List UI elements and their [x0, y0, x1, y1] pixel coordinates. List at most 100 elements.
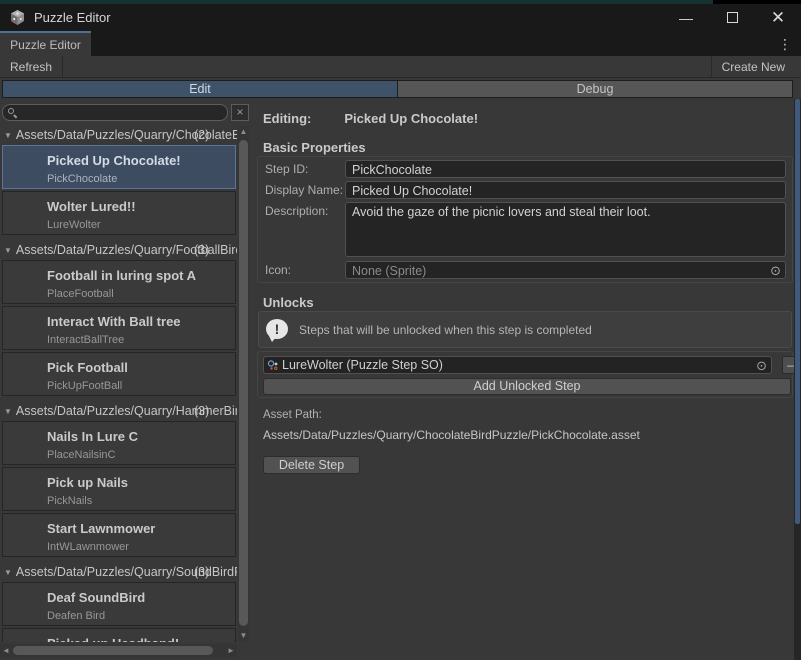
- step-list-sidebar: × ▼Assets/Data/Puzzles/Quarry/ChocolateB…: [0, 99, 250, 660]
- step-id: PickChocolate: [3, 168, 235, 185]
- scroll-up-icon[interactable]: ▲: [238, 126, 249, 138]
- window-title: Puzzle Editor: [34, 10, 111, 25]
- vertical-scrollbar[interactable]: ▲ ▼: [238, 126, 249, 642]
- search-input[interactable]: [2, 104, 228, 121]
- window-controls: — ✕: [663, 4, 801, 31]
- group-header[interactable]: ▼Assets/Data/Puzzles/Quarry/ChocolateBir…: [0, 126, 237, 145]
- create-new-button[interactable]: Create New: [711, 56, 795, 77]
- search-clear-button[interactable]: ×: [231, 104, 249, 121]
- group-header[interactable]: ▼Assets/Data/Puzzles/Quarry/HammerBirdPu…: [0, 402, 237, 421]
- description-row: Description: Avoid the gaze of the picni…: [258, 202, 794, 260]
- asset-path-value: Assets/Data/Puzzles/Quarry/ChocolateBird…: [263, 428, 640, 442]
- step-title: Football in luring spot A: [3, 261, 235, 283]
- display-name-row: Display Name: Picked Up Chocolate!: [258, 181, 794, 201]
- step-title: Pick up Nails: [3, 468, 235, 490]
- unlocks-title: Unlocks: [263, 295, 314, 310]
- foldout-icon[interactable]: ▼: [4, 563, 12, 582]
- step-id: Deafen Bird: [3, 605, 235, 622]
- asset-path-label: Asset Path:: [263, 409, 322, 421]
- object-picker-icon[interactable]: ⊙: [770, 263, 781, 278]
- display-name-input[interactable]: Picked Up Chocolate!: [345, 181, 786, 199]
- step-id-input[interactable]: PickChocolate: [345, 160, 786, 178]
- create-new-label: Create New: [722, 60, 785, 74]
- step-title: Interact With Ball tree: [3, 307, 235, 329]
- maximize-icon: [727, 12, 738, 23]
- step-list-item[interactable]: Picked Up Chocolate!PickChocolate: [2, 145, 236, 189]
- step-list-item[interactable]: Nails In Lure CPlaceNailsinC: [2, 421, 236, 465]
- icon-label: Icon:: [265, 263, 291, 277]
- step-id: PickNails: [3, 490, 235, 507]
- editing-header: Editing: Picked Up Chocolate!: [263, 111, 478, 126]
- step-title: Pick Football: [3, 353, 235, 375]
- tab-debug[interactable]: Debug: [398, 81, 792, 97]
- step-title: Deaf SoundBird: [3, 583, 235, 605]
- step-title: Start Lawnmower: [3, 514, 235, 536]
- unlocked-step-picker-icon[interactable]: ⊙: [756, 358, 767, 373]
- editing-label: Editing:: [263, 111, 311, 126]
- refresh-button[interactable]: Refresh: [0, 56, 63, 77]
- step-list-item[interactable]: Football in luring spot APlaceFootball: [2, 260, 236, 304]
- foldout-icon[interactable]: ▼: [4, 402, 12, 421]
- tab-bar: Puzzle Editor ⋮: [0, 31, 801, 56]
- search-icon: [8, 108, 18, 118]
- group-header[interactable]: ▼Assets/Data/Puzzles/Quarry/FootballBird…: [0, 241, 237, 260]
- horizontal-scrollbar-thumb[interactable]: [13, 646, 213, 655]
- puzzle-editor-window: Puzzle Editor — ✕ Puzzle Editor ⋮ Refres…: [0, 0, 801, 660]
- step-list-item[interactable]: Picked up Headband!: [2, 628, 236, 642]
- scroll-right-icon[interactable]: ►: [225, 644, 237, 657]
- step-list-item[interactable]: Start LawnmowerIntWLawnmower: [2, 513, 236, 557]
- window-scrollbar[interactable]: [794, 99, 801, 660]
- step-list: ▼Assets/Data/Puzzles/Quarry/ChocolateBir…: [0, 126, 237, 642]
- tab-edit[interactable]: Edit: [3, 81, 398, 97]
- step-id: PickUpFootBall: [3, 375, 235, 392]
- unlocks-help-text: Steps that will be unlocked when this st…: [299, 323, 592, 337]
- description-label: Description:: [265, 204, 328, 218]
- foldout-icon[interactable]: ▼: [4, 241, 12, 260]
- display-name-label: Display Name:: [265, 183, 343, 197]
- unlocks-help-box: ! Steps that will be unlocked when this …: [258, 311, 792, 348]
- step-id: LureWolter: [3, 214, 235, 231]
- toolbar: Refresh Create New: [0, 56, 801, 78]
- delete-step-button[interactable]: Delete Step: [263, 456, 360, 474]
- unlocked-step-object-field[interactable]: LureWolter (Puzzle Step SO) ⊙: [263, 356, 772, 374]
- scroll-left-icon[interactable]: ◄: [0, 644, 12, 657]
- horizontal-scrollbar[interactable]: ◄ ►: [0, 644, 237, 657]
- group-header[interactable]: ▼Assets/Data/Puzzles/Quarry/SoundBirdPuz…: [0, 563, 237, 582]
- step-title: Picked up Headband!: [3, 629, 235, 642]
- step-list-item[interactable]: Pick FootballPickUpFootBall: [2, 352, 236, 396]
- unlocked-steps-box: LureWolter (Puzzle Step SO) ⊙ – Add Unlo…: [257, 351, 793, 398]
- foldout-icon[interactable]: ▼: [4, 126, 12, 145]
- step-id-label: Step ID:: [265, 162, 308, 176]
- icon-object-field[interactable]: None (Sprite) ⊙: [345, 261, 786, 279]
- refresh-label: Refresh: [10, 60, 52, 74]
- icon-row: Icon: None (Sprite) ⊙: [258, 261, 794, 281]
- step-list-item[interactable]: Deaf SoundBirdDeafen Bird: [2, 582, 236, 626]
- scroll-down-icon[interactable]: ▼: [238, 630, 249, 642]
- description-textarea[interactable]: Avoid the gaze of the picnic lovers and …: [345, 202, 786, 257]
- search-row: ×: [2, 104, 248, 121]
- step-title: Picked Up Chocolate!: [3, 146, 235, 168]
- tab-puzzle-editor[interactable]: Puzzle Editor: [0, 31, 91, 56]
- tab-debug-label: Debug: [577, 82, 614, 96]
- titlebar: Puzzle Editor — ✕: [0, 4, 801, 31]
- close-button[interactable]: ✕: [755, 4, 801, 31]
- group-count: (3): [194, 402, 209, 421]
- step-title: Wolter Lured!!: [3, 192, 235, 214]
- group-count: (2): [194, 126, 209, 145]
- window-scrollbar-thumb[interactable]: [795, 99, 800, 524]
- tab-edit-label: Edit: [189, 82, 211, 96]
- step-list-item[interactable]: Pick up NailsPickNails: [2, 467, 236, 511]
- step-list-item[interactable]: Interact With Ball treeInteractBallTree: [2, 306, 236, 350]
- group-count: (3): [194, 241, 209, 260]
- vertical-scrollbar-thumb[interactable]: [239, 140, 248, 626]
- info-bubble-icon: !: [266, 319, 290, 341]
- editing-step-name: Picked Up Chocolate!: [344, 111, 478, 126]
- maximize-button[interactable]: [709, 4, 755, 31]
- step-id: PlaceFootball: [3, 283, 235, 300]
- step-list-item[interactable]: Wolter Lured!!LureWolter: [2, 191, 236, 235]
- basic-properties-box: Step ID: PickChocolate Display Name: Pic…: [257, 156, 793, 283]
- step-editor-panel: Editing:Picked Up Chocolate! Basic Prope…: [250, 99, 794, 660]
- minimize-button[interactable]: —: [663, 4, 709, 31]
- add-unlocked-step-button[interactable]: Add Unlocked Step: [263, 378, 791, 395]
- tab-context-menu-icon[interactable]: ⋮: [777, 35, 793, 53]
